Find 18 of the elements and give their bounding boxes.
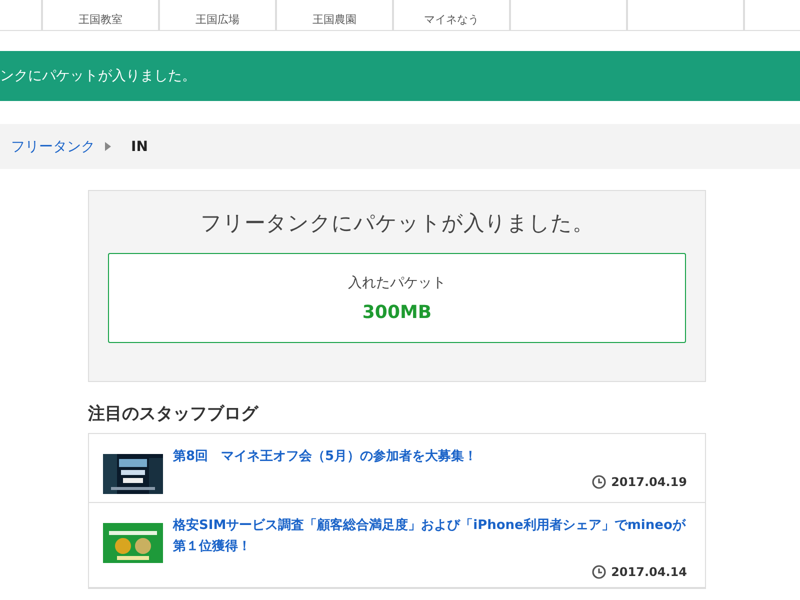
clock-icon	[592, 475, 606, 489]
post-title-link[interactable]: 第8回 マイネ王オフ会（5月）の参加者を大募集！	[173, 446, 687, 467]
packet-amount: 300MB	[362, 302, 432, 322]
chevron-icon	[105, 142, 111, 151]
section-heading: 注目のスタッフブログ	[88, 403, 260, 425]
nav-label[interactable]: マイネなう	[424, 12, 479, 27]
nav-label[interactable]: 王国農園	[312, 12, 356, 27]
post-date: 2017.04.19	[611, 475, 687, 489]
breadcrumb-link[interactable]: フリータンク	[11, 138, 95, 156]
packet-label: 入れたパケット	[348, 274, 446, 292]
banner-message: ンクにパケットが入りました。	[0, 67, 196, 85]
post-title-link[interactable]: 格安SIMサービス調査「顧客総合満足度」および「iPhone利用者シェア」でmineoが第１位獲得！	[173, 515, 687, 557]
breadcrumb-current: IN	[131, 138, 148, 154]
post-date: 2017.04.14	[611, 565, 687, 579]
nav-label[interactable]: 王国広場	[196, 12, 240, 27]
nav-label[interactable]: 王国教室	[78, 12, 122, 27]
clock-icon	[592, 565, 606, 579]
result-title: フリータンクにパケットが入りました。	[200, 210, 594, 237]
